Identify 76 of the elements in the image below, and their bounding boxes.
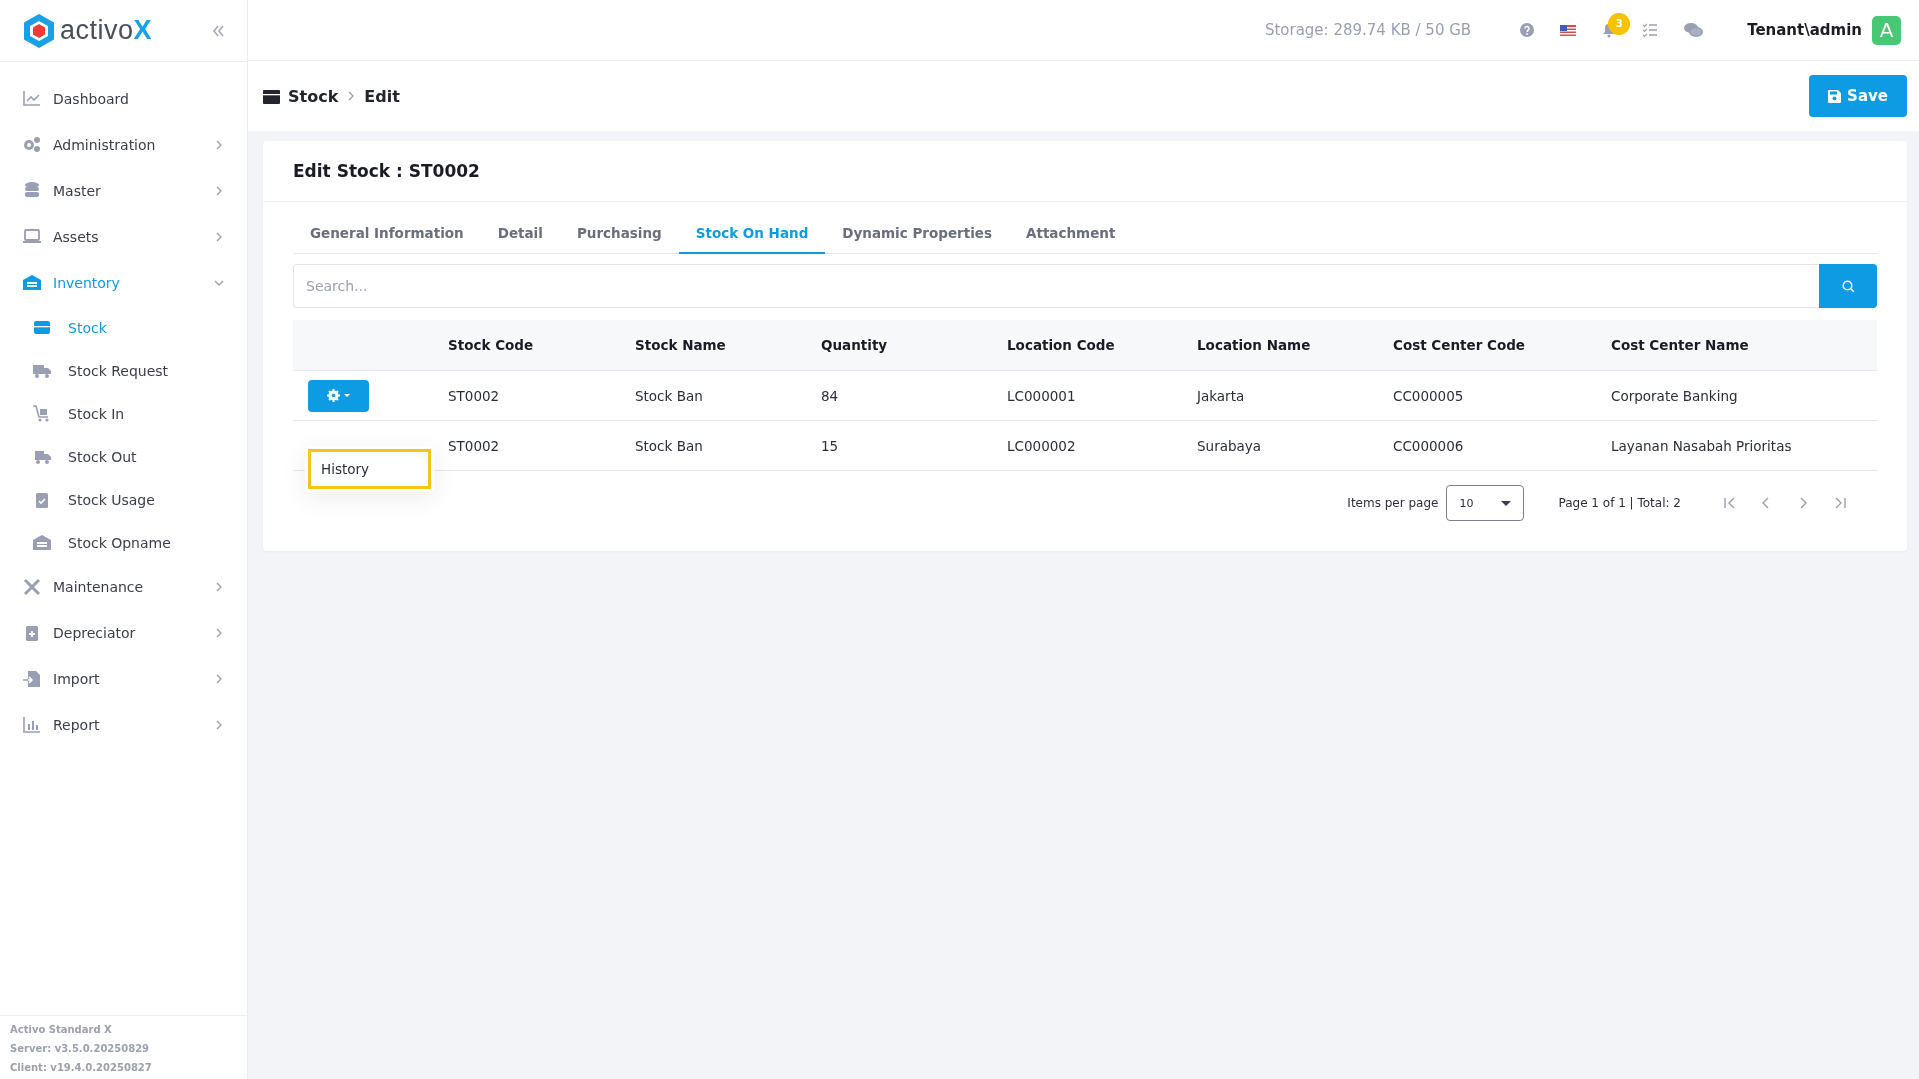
submenu-item[interactable]: Stock Opname [0, 521, 247, 564]
version-text: Server: v3.5.0.20250829 [10, 1042, 151, 1056]
gear-icon [327, 389, 340, 402]
column-header: Location Code [1007, 337, 1116, 353]
tab[interactable]: General Information [293, 214, 481, 254]
table-cell-text: Jakarta [1197, 387, 1246, 404]
actions-button[interactable] [308, 379, 369, 412]
column-header: Location Name [1197, 337, 1312, 353]
table-cell-text: Stock Ban [635, 437, 704, 454]
items-per-page-select[interactable]: 10 [1446, 485, 1525, 521]
table-cell-text: CC000005 [1393, 387, 1465, 404]
table-cell-text: Corporate Banking [1611, 387, 1739, 404]
column-header: Quantity [821, 337, 889, 353]
search-icon [1841, 279, 1855, 293]
column-header: Stock Code [448, 337, 535, 353]
help-icon[interactable] [1520, 23, 1535, 37]
table-cell-text: Layanan Nasabah Prioritas [1611, 437, 1793, 454]
sidebar-item[interactable]: Assets [0, 214, 247, 260]
gears-icon [22, 135, 42, 155]
column-header: Cost Center Code [1393, 337, 1526, 353]
flag-icon[interactable] [1560, 24, 1577, 36]
notification-badge: 3 [1608, 12, 1631, 35]
items-per-page-label: Items per page [1347, 496, 1439, 510]
column-header: Stock Name [635, 337, 727, 353]
file-import-icon [22, 669, 42, 689]
caret-icon [344, 394, 350, 397]
table-cell-text: ST0002 [448, 387, 501, 404]
column-header: Cost Center Name [1611, 337, 1750, 353]
submenu-item[interactable]: Stock Out [0, 435, 247, 478]
last-page-icon[interactable] [1834, 496, 1847, 510]
tools-icon [22, 577, 42, 597]
box-icon [263, 87, 280, 105]
sidebar-item[interactable]: Master [0, 168, 247, 214]
warehouse-icon [32, 532, 52, 553]
chart-line-icon [22, 89, 42, 109]
chat-icon[interactable] [1684, 22, 1705, 38]
bar-chart-icon [22, 715, 42, 735]
search-button[interactable] [1819, 264, 1877, 308]
tab[interactable]: Detail [480, 214, 560, 254]
tab[interactable]: Dynamic Properties [825, 214, 1009, 254]
submenu-item[interactable]: Stock Request [0, 349, 247, 392]
table-cell-text: Stock Ban [635, 387, 704, 404]
version-text: Client: v19.4.0.20250827 [10, 1061, 153, 1075]
sidebar-item[interactable]: Import [0, 656, 247, 702]
card-title: Edit Stock : ST0002 [263, 141, 1907, 202]
breadcrumb-item: Edit [364, 86, 400, 106]
logo-text: activoX [60, 15, 153, 46]
tab[interactable]: Attachment [1009, 214, 1133, 254]
breadcrumb-item[interactable]: Stock [288, 86, 339, 106]
sidebar-item[interactable]: Dashboard [0, 76, 247, 122]
search-field[interactable]: Search... [293, 264, 1819, 308]
table-cell-text: LC000002 [1007, 437, 1077, 454]
first-page-icon[interactable] [1723, 496, 1736, 510]
page-info: Page 1 of 1 | Total: 2 [1558, 496, 1681, 510]
sidebar-item[interactable]: Maintenance [0, 564, 247, 610]
table-cell-text: LC000001 [1007, 387, 1077, 404]
table-cell-text: ST0002 [448, 437, 501, 454]
menu-item[interactable]: History [308, 449, 431, 489]
sidebar-item[interactable]: Administration [0, 122, 247, 168]
user-name[interactable]: Tenant\admin [1747, 21, 1862, 39]
warehouse-icon [22, 273, 42, 293]
table-cell-text: CC000006 [1393, 437, 1465, 454]
table-cell-text: Surabaya [1197, 437, 1263, 454]
checklist-icon[interactable] [1642, 22, 1659, 38]
version-text: Activo Standard X [10, 1023, 113, 1037]
table-cell-text: 84 [821, 387, 840, 404]
caret-down-icon [1501, 500, 1512, 506]
tab[interactable]: Purchasing [559, 214, 679, 254]
submenu-item[interactable]: Stock In [0, 392, 247, 435]
submenu-item[interactable]: Stock Usage [0, 478, 247, 521]
sidebar-item[interactable]: Depreciator [0, 610, 247, 656]
sidebar-item[interactable]: Report [0, 702, 247, 748]
collapse-icon[interactable] [211, 23, 225, 38]
logo-icon [22, 12, 56, 49]
table-cell-text: 15 [821, 437, 840, 454]
storage-text: Storage: 289.74 KB / 50 GB [1264, 21, 1472, 39]
